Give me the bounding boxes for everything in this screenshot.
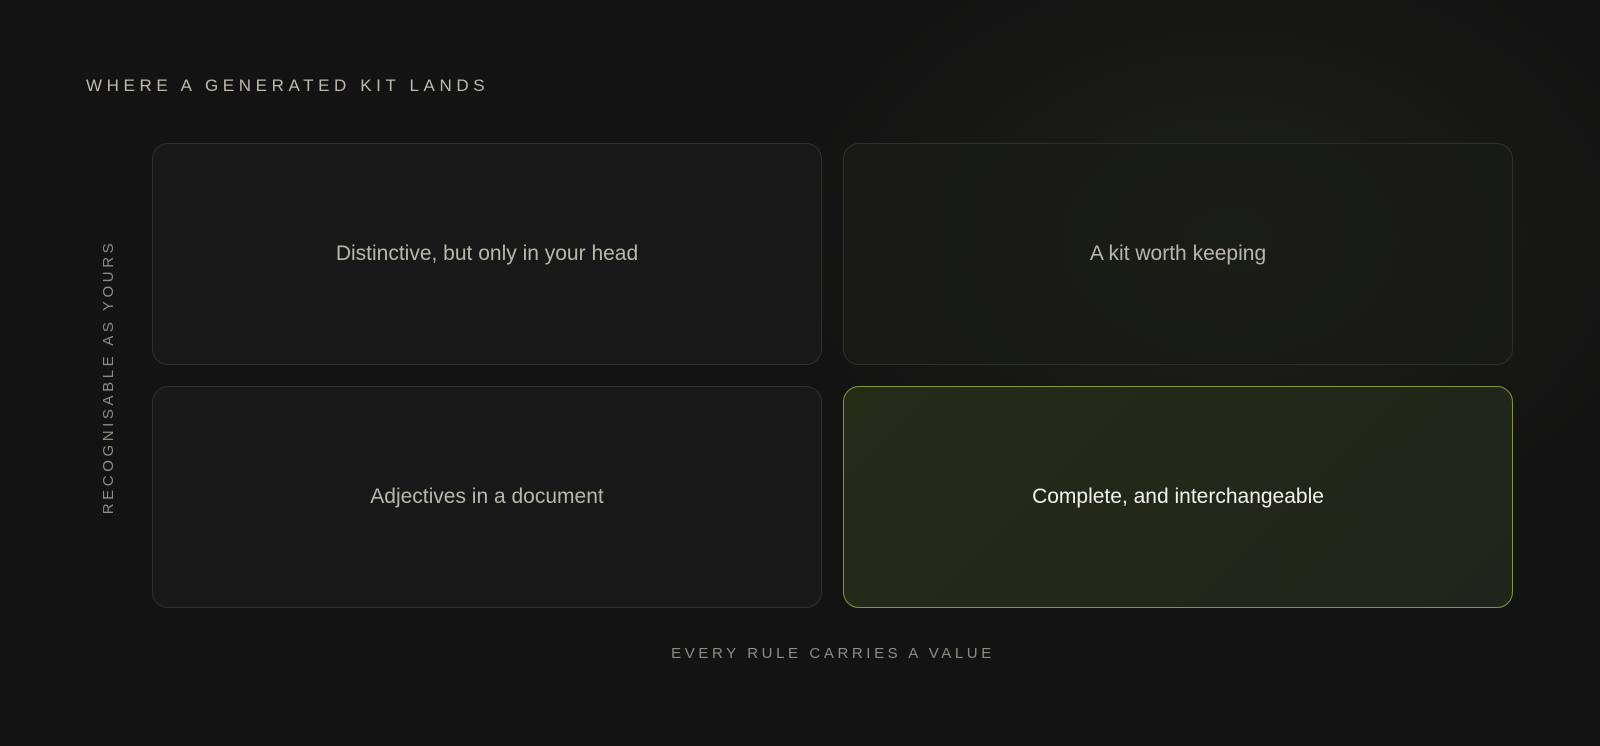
quadrant-bottom-left-label: Adjectives in a document — [370, 485, 604, 508]
y-axis-label: RECOGNISABLE AS YOURS — [100, 239, 117, 515]
quadrant-top-left-label: Distinctive, but only in your head — [335, 242, 639, 265]
quadrant-top-left: Distinctive, but only in your head — [152, 143, 822, 365]
diagram-title: WHERE A GENERATED KIT LANDS — [86, 76, 490, 95]
x-axis-label: EVERY RULE CARRIES A VALUE — [671, 645, 995, 662]
quadrant-bottom-left: Adjectives in a document — [152, 386, 822, 608]
quadrant-bottom-right-label: Complete, and interchangeable — [1032, 485, 1324, 508]
quadrant-top-right: A kit worth keeping — [843, 143, 1513, 365]
quadrant-bottom-right-highlighted: Complete, and interchangeable — [843, 386, 1513, 608]
quadrant-top-right-label: A kit worth keeping — [1089, 242, 1267, 265]
